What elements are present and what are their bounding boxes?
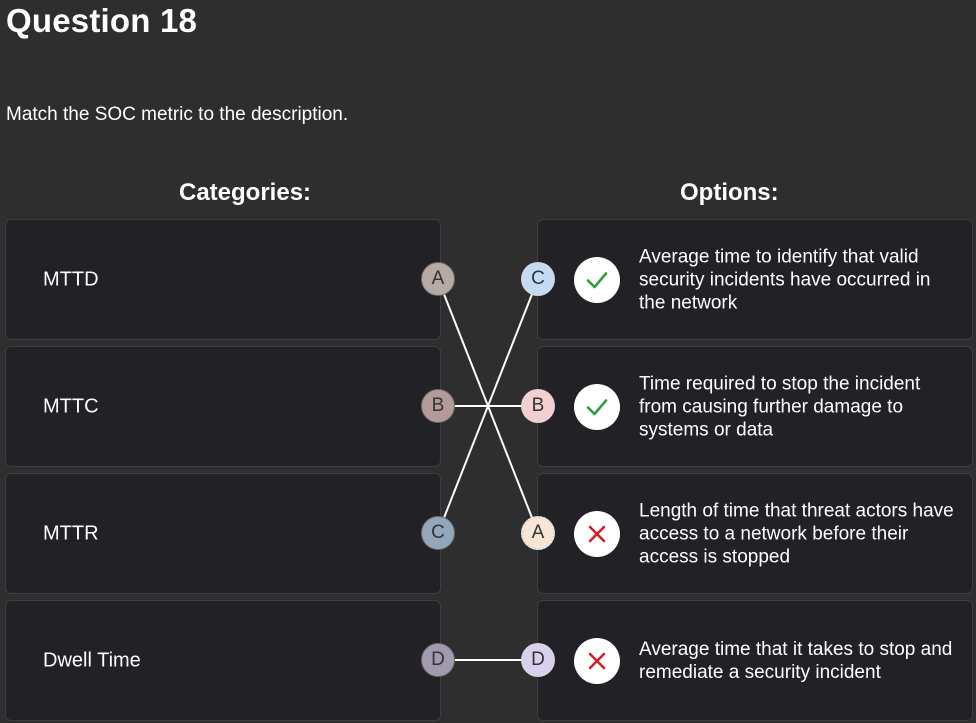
category-connector-b[interactable]: B (421, 389, 455, 423)
option-connector-c[interactable]: C (521, 262, 555, 296)
option-connector-d[interactable]: D (521, 643, 555, 677)
category-connector-c[interactable]: C (421, 516, 455, 550)
category-connector-d[interactable]: D (421, 643, 455, 677)
option-connector-b[interactable]: B (521, 389, 555, 423)
option-connector-a[interactable]: A (521, 516, 555, 550)
category-connector-a[interactable]: A (421, 262, 455, 296)
connection-lines (437, 278, 539, 661)
